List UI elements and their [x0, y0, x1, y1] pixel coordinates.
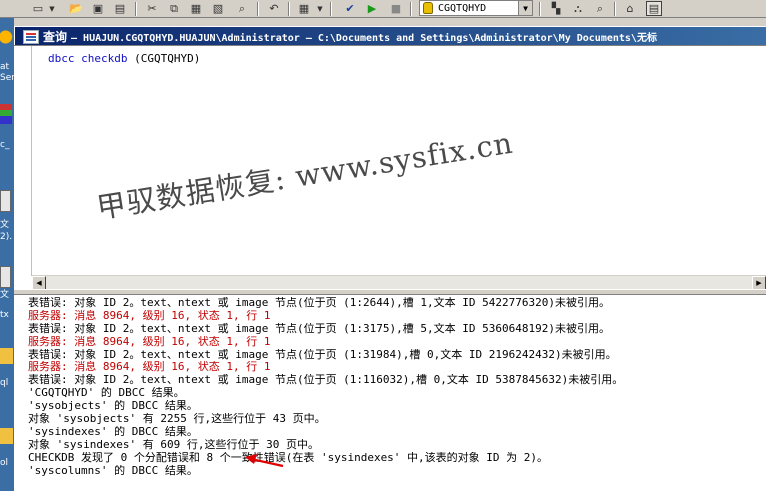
database-icon	[423, 2, 433, 14]
desktop-label: Ser	[0, 73, 14, 83]
copy-icon[interactable]: ⧉	[166, 1, 182, 16]
result-message-line: 'syscolumns' 的 DBCC 结果。	[28, 464, 198, 477]
toolbar-separator	[410, 2, 412, 16]
result-message-line: 表错误: 对象 ID 2。text、ntext 或 image 节点(位于页 (…	[28, 297, 610, 309]
query-window-icon	[23, 29, 39, 44]
folder-icon[interactable]	[0, 428, 13, 444]
insert-template-icon[interactable]: ▤	[112, 1, 128, 16]
results-grid-icon[interactable]: ▦	[296, 1, 312, 16]
desktop-label: at	[0, 62, 10, 72]
results-messages: 表错误: 对象 ID 2。text、ntext 或 image 节点(位于页 (…	[28, 297, 766, 477]
result-error-line: 服务器: 消息 8964, 级别 16, 状态 1, 行 1	[28, 335, 271, 348]
result-message-line: 表错误: 对象 ID 2。text、ntext 或 image 节点(位于页 (…	[28, 322, 610, 335]
desktop-background: at Ser c_ 文 2). 文 tx ql ol	[0, 18, 14, 491]
toolbar-separator	[135, 2, 137, 16]
toolbar-separator	[288, 2, 290, 16]
result-message-line: 'sysobjects' 的 DBCC 结果。	[28, 400, 198, 413]
window-title-path: — HUAJUN.CGQTQHYD.HUAJUN\Administrator —…	[71, 33, 657, 44]
result-message-line: 'CGQTQHYD' 的 DBCC 结果。	[28, 387, 185, 400]
desktop-label: ol	[0, 458, 9, 468]
dropdown-icon[interactable]: ▼	[48, 1, 56, 16]
result-error-line: 服务器: 消息 8964, 级别 16, 状态 1, 行 1	[28, 361, 271, 374]
result-message-line: 表错误: 对象 ID 2。text、ntext 或 image 节点(位于页 (…	[28, 374, 624, 387]
desktop-label: 2).	[0, 232, 13, 242]
paste-icon[interactable]: ▦	[188, 1, 204, 16]
undo-icon[interactable]: ↶	[266, 1, 282, 16]
results-gutter	[14, 295, 26, 491]
toolbar-separator	[330, 2, 332, 16]
desktop-label: tx	[0, 310, 9, 320]
folder-icon[interactable]	[0, 348, 13, 364]
result-error-line: 服务器: 消息 8964, 级别 16, 状态 1, 行 1	[28, 309, 271, 322]
query-keyword: dbcc checkdb	[48, 52, 128, 65]
desktop-label: c_	[0, 140, 10, 150]
object-search-icon[interactable]: ⌕	[592, 1, 608, 16]
chevron-down-icon[interactable]: ▼	[518, 1, 532, 15]
desktop-label: 文	[0, 290, 10, 300]
desktop-app-icon[interactable]	[0, 104, 12, 124]
show-results-pane-icon[interactable]: ▤	[646, 1, 662, 16]
editor-horizontal-scrollbar[interactable]: ◀ ▶	[32, 275, 766, 290]
desktop-label: ql	[0, 378, 9, 388]
toolbar: ▭ ▼ 📂 ▣ ▤ ✂ ⧉ ▦ ▧ ⌕ ↶ ▦ ▼ ✔ ▶ ■ CGQTQHYD…	[0, 0, 766, 18]
current-connection-icon[interactable]: ⌂	[622, 1, 638, 16]
save-icon[interactable]: ▣	[90, 1, 106, 16]
document-icon[interactable]	[0, 190, 11, 212]
clear-window-icon[interactable]: ▧	[210, 1, 226, 16]
result-message-line: 'sysindexes' 的 DBCC 结果。	[28, 425, 198, 438]
result-message-line: 对象 'sysindexes' 有 609 行,这些行位于 30 页中。	[28, 438, 319, 451]
toolbar-separator	[539, 2, 541, 16]
desktop-app-icon[interactable]	[0, 26, 14, 48]
find-icon[interactable]: ⌕	[234, 1, 250, 16]
open-folder-icon[interactable]: 📂	[68, 1, 84, 16]
show-plan-icon[interactable]: ▚	[548, 1, 564, 16]
query-window-titlebar[interactable]: 查询 — HUAJUN.CGQTQHYD.HUAJUN\Administrato…	[15, 27, 766, 46]
scroll-right-icon[interactable]: ▶	[752, 276, 766, 290]
result-message-line: 对象 'sysobjects' 有 2255 行,这些行位于 43 页中。	[28, 413, 326, 426]
object-browser-icon[interactable]: ⛬	[570, 1, 586, 16]
stop-icon[interactable]: ■	[388, 1, 404, 16]
parse-check-icon[interactable]: ✔	[342, 1, 358, 16]
toolbar-separator	[257, 2, 259, 16]
document-icon[interactable]	[0, 266, 11, 288]
annotation-arrow	[245, 454, 284, 468]
toolbar-separator	[614, 2, 616, 16]
database-select-value: CGQTQHYD	[438, 2, 487, 14]
cut-icon[interactable]: ✂	[144, 1, 160, 16]
dropdown-icon[interactable]: ▼	[316, 1, 324, 16]
desktop-label: 文	[0, 220, 10, 230]
result-message-line: CHECKDB 发现了 0 个分配错误和 8 个一致性错误(在表 'sysind…	[28, 451, 549, 464]
results-pane[interactable]: 表错误: 对象 ID 2。text、ntext 或 image 节点(位于页 (…	[14, 295, 766, 491]
editor-gutter	[14, 46, 32, 276]
query-text[interactable]: dbcc checkdb (CGQTQHYD)	[48, 52, 200, 65]
scroll-left-icon[interactable]: ◀	[32, 276, 46, 290]
query-argument: (CGQTQHYD)	[127, 52, 201, 65]
window-title-label: 查询	[43, 30, 68, 44]
database-select[interactable]: CGQTQHYD ▼	[419, 0, 533, 16]
result-message-line: 表错误: 对象 ID 2。text、ntext 或 image 节点(位于页 (…	[28, 348, 617, 361]
execute-icon[interactable]: ▶	[364, 1, 380, 16]
new-query-icon[interactable]: ▭	[30, 1, 46, 16]
